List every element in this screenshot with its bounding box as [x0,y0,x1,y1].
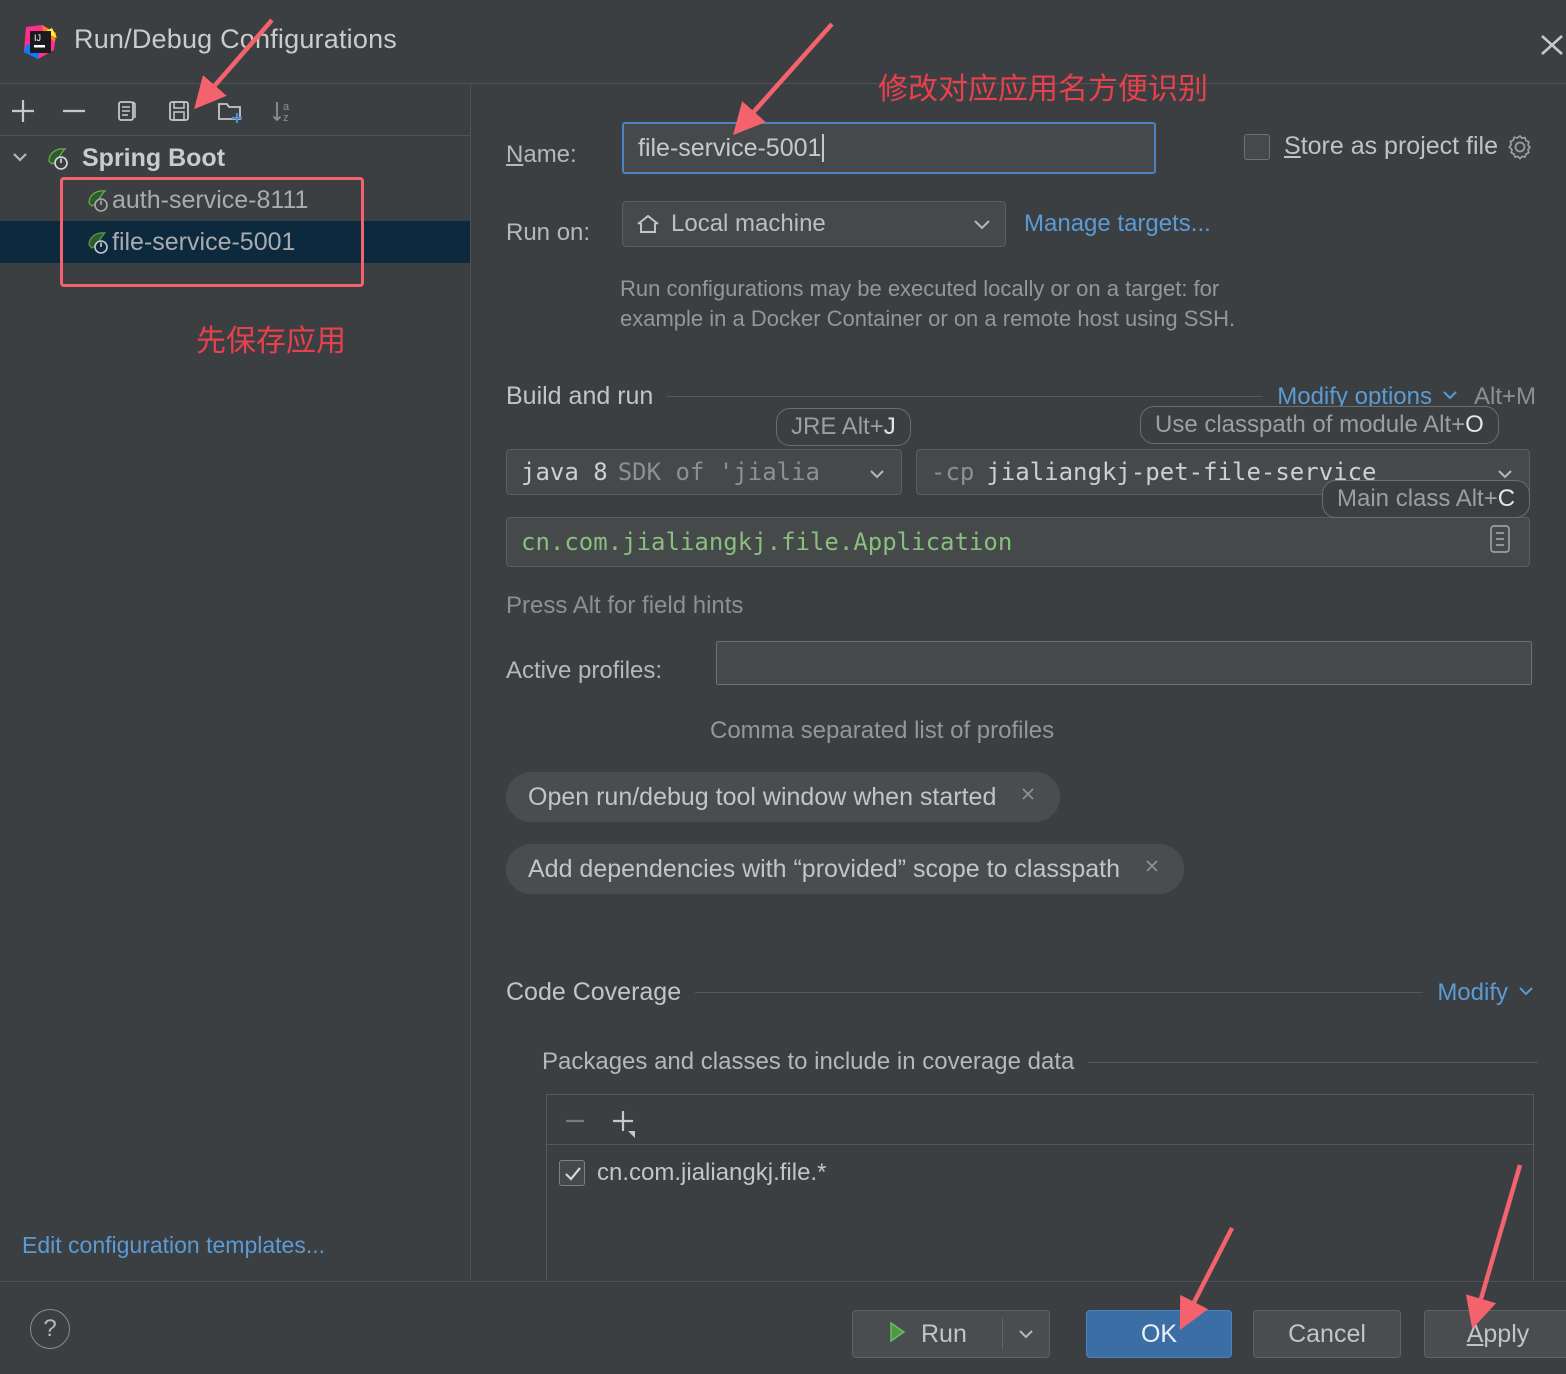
annotation-arrows [194,18,1523,1331]
run-debug-configurations-dialog: IJ Run/Debug Configurations a z Spring B… [0,0,1566,1374]
